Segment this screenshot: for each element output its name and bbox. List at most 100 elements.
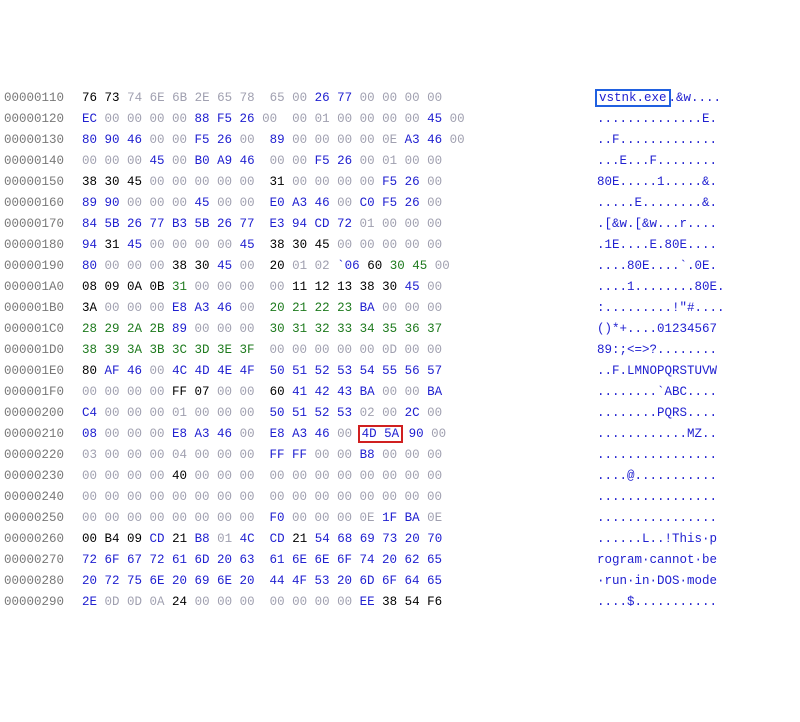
hex-bytes: 3A 00 00 00 E8 A3 46 00 20 21 22 23 BA 0…	[82, 298, 582, 319]
offset: 00000110	[4, 88, 82, 109]
offset: 000001D0	[4, 340, 82, 361]
ascii: ..F.LMNOPQRSTUVW	[582, 361, 717, 382]
ascii: .[&w.[&w...r....	[582, 214, 717, 235]
hex-bytes: 00 00 00 00 40 00 00 00 00 00 00 00 00 0…	[82, 466, 582, 487]
offset: 00000290	[4, 592, 82, 613]
hex-row: 00000120EC 00 00 00 00 88 F5 26 00 00 01…	[4, 109, 796, 130]
hex-bytes: 03 00 00 00 04 00 00 00 FF FF 00 00 B8 0…	[82, 445, 582, 466]
ascii: ....80E....`.0E.	[582, 256, 717, 277]
ascii: ........`ABC....	[582, 382, 717, 403]
offset: 000001C0	[4, 319, 82, 340]
hex-bytes: 38 30 45 00 00 00 00 00 31 00 00 00 00 F…	[82, 172, 582, 193]
hex-row: 0000023000 00 00 00 40 00 00 00 00 00 00…	[4, 466, 796, 487]
hex-bytes: 2E 0D 0D 0A 24 00 00 00 00 00 00 00 EE 3…	[82, 592, 582, 613]
hex-row: 0000017084 5B 26 77 B3 5B 26 77 E3 94 CD…	[4, 214, 796, 235]
ascii: 89:;<=>?........	[582, 340, 717, 361]
hex-bytes: 08 09 0A 0B 31 00 00 00 00 11 12 13 38 3…	[82, 277, 582, 298]
ascii: ..............E.	[582, 109, 717, 130]
hex-row: 0000025000 00 00 00 00 00 00 00 F0 00 00…	[4, 508, 796, 529]
ascii: ......L..!This·p	[582, 529, 717, 550]
ascii: ·run·in·DOS·mode	[582, 571, 717, 592]
ascii: ........PQRS....	[582, 403, 717, 424]
ascii: vstnk.exe.&w....	[582, 88, 721, 109]
hex-row: 000001C028 29 2A 2B 89 00 00 00 30 31 32…	[4, 319, 796, 340]
offset: 00000190	[4, 256, 82, 277]
hex-bytes: 80 AF 46 00 4C 4D 4E 4F 50 51 52 53 54 5…	[82, 361, 582, 382]
ascii: ................	[582, 487, 717, 508]
ascii: :.........!"#....	[582, 298, 725, 319]
ascii: ....@...........	[582, 466, 717, 487]
hex-row: 0000013080 90 46 00 00 F5 26 00 89 00 00…	[4, 130, 796, 151]
hex-bytes: 89 90 00 00 00 45 00 00 E0 A3 46 00 C0 F…	[82, 193, 582, 214]
hex-bytes: 00 00 00 00 FF 07 00 00 60 41 42 43 BA 0…	[82, 382, 582, 403]
hex-bytes: 80 00 00 00 38 30 45 00 20 01 02 `06 60 …	[82, 256, 582, 277]
offset: 000001A0	[4, 277, 82, 298]
hex-row: 0000019080 00 00 00 38 30 45 00 20 01 02…	[4, 256, 796, 277]
hex-bytes: 94 31 45 00 00 00 00 45 38 30 45 00 00 0…	[82, 235, 582, 256]
hex-bytes: 84 5B 26 77 B3 5B 26 77 E3 94 CD 72 01 0…	[82, 214, 582, 235]
hex-bytes: 00 00 00 45 00 B0 A9 46 00 00 F5 26 00 0…	[82, 151, 582, 172]
offset: 000001B0	[4, 298, 82, 319]
hex-row: 000001E080 AF 46 00 4C 4D 4E 4F 50 51 52…	[4, 361, 796, 382]
offset: 00000160	[4, 193, 82, 214]
offset: 00000210	[4, 424, 82, 445]
offset: 00000270	[4, 550, 82, 571]
offset: 00000240	[4, 487, 82, 508]
hex-bytes: 76 73 74 6E 6B 2E 65 78 65 00 26 77 00 0…	[82, 88, 582, 109]
offset: 00000200	[4, 403, 82, 424]
ascii: ................	[582, 445, 717, 466]
hex-row: 0000026000 B4 09 CD 21 B8 01 4C CD 21 54…	[4, 529, 796, 550]
hex-row: 000001B03A 00 00 00 E8 A3 46 00 20 21 22…	[4, 298, 796, 319]
hex-row: 000002902E 0D 0D 0A 24 00 00 00 00 00 00…	[4, 592, 796, 613]
hex-bytes: EC 00 00 00 00 88 F5 26 00 00 01 00 00 0…	[82, 109, 582, 130]
offset: 00000180	[4, 235, 82, 256]
hex-row: 0000028020 72 75 6E 20 69 6E 20 44 4F 53…	[4, 571, 796, 592]
offset: 00000260	[4, 529, 82, 550]
ascii: ............MZ..	[582, 424, 717, 445]
offset: 00000150	[4, 172, 82, 193]
ascii: rogram·cannot·be	[582, 550, 717, 571]
hex-bytes: 08 00 00 00 E8 A3 46 00 E8 A3 46 00 4D 5…	[82, 424, 582, 445]
ascii: ...E...F........	[582, 151, 717, 172]
hex-row: 000001D038 39 3A 3B 3C 3D 3E 3F 00 00 00…	[4, 340, 796, 361]
hex-row: 0000011076 73 74 6E 6B 2E 65 78 65 00 26…	[4, 88, 796, 109]
ascii: ....1........80E.	[582, 277, 725, 298]
offset: 00000130	[4, 130, 82, 151]
hex-bytes: 80 90 46 00 00 F5 26 00 89 00 00 00 00 0…	[82, 130, 582, 151]
hex-row: 0000016089 90 00 00 00 45 00 00 E0 A3 46…	[4, 193, 796, 214]
offset: 000001F0	[4, 382, 82, 403]
offset: 00000170	[4, 214, 82, 235]
hex-row: 0000018094 31 45 00 00 00 00 45 38 30 45…	[4, 235, 796, 256]
offset: 00000250	[4, 508, 82, 529]
offset: 00000120	[4, 109, 82, 130]
hex-row: 0000015038 30 45 00 00 00 00 00 31 00 00…	[4, 172, 796, 193]
hex-bytes: 00 B4 09 CD 21 B8 01 4C CD 21 54 68 69 7…	[82, 529, 582, 550]
hex-row: 0000027072 6F 67 72 61 6D 20 63 61 6E 6E…	[4, 550, 796, 571]
hex-row: 0000022003 00 00 00 04 00 00 00 FF FF 00…	[4, 445, 796, 466]
ascii: .1E....E.80E....	[582, 235, 717, 256]
hex-bytes: 00 00 00 00 00 00 00 00 00 00 00 00 00 0…	[82, 487, 582, 508]
hex-row: 000001A008 09 0A 0B 31 00 00 00 00 11 12…	[4, 277, 796, 298]
offset: 000001E0	[4, 361, 82, 382]
offset: 00000140	[4, 151, 82, 172]
hex-bytes: 00 00 00 00 00 00 00 00 F0 00 00 00 0E 1…	[82, 508, 582, 529]
offset: 00000220	[4, 445, 82, 466]
hex-bytes: C4 00 00 00 01 00 00 00 50 51 52 53 02 0…	[82, 403, 582, 424]
ascii: ()*+....01234567	[582, 319, 717, 340]
hex-row: 0000021008 00 00 00 E8 A3 46 00 E8 A3 46…	[4, 424, 796, 445]
hex-view: 0000011076 73 74 6E 6B 2E 65 78 65 00 26…	[4, 88, 796, 613]
hex-row: 00000200C4 00 00 00 01 00 00 00 50 51 52…	[4, 403, 796, 424]
hex-row: 0000024000 00 00 00 00 00 00 00 00 00 00…	[4, 487, 796, 508]
hex-bytes: 72 6F 67 72 61 6D 20 63 61 6E 6E 6F 74 2…	[82, 550, 582, 571]
offset: 00000280	[4, 571, 82, 592]
hex-bytes: 28 29 2A 2B 89 00 00 00 30 31 32 33 34 3…	[82, 319, 582, 340]
ascii: ....$...........	[582, 592, 717, 613]
hex-bytes: 20 72 75 6E 20 69 6E 20 44 4F 53 20 6D 6…	[82, 571, 582, 592]
ascii: 80E.....1.....&.	[582, 172, 717, 193]
hex-row: 0000014000 00 00 45 00 B0 A9 46 00 00 F5…	[4, 151, 796, 172]
hex-bytes: 38 39 3A 3B 3C 3D 3E 3F 00 00 00 00 00 0…	[82, 340, 582, 361]
ascii: ................	[582, 508, 717, 529]
ascii: .....E........&.	[582, 193, 717, 214]
ascii: ..F.............	[582, 130, 717, 151]
offset: 00000230	[4, 466, 82, 487]
